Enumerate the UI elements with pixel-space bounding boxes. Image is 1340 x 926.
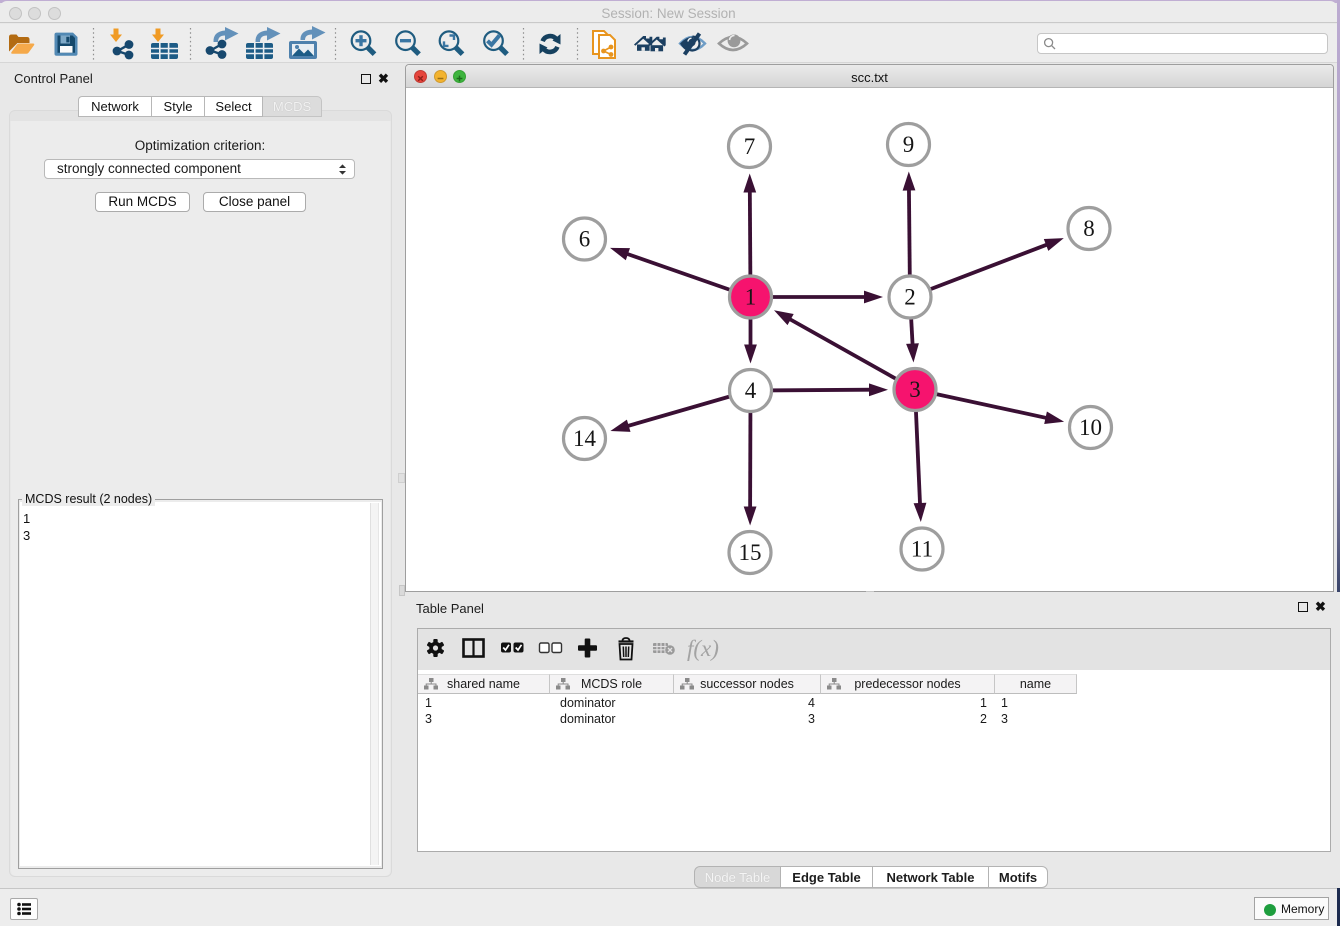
svg-text:8: 8 xyxy=(1083,216,1095,241)
svg-text:6: 6 xyxy=(579,227,591,252)
svg-text:1: 1 xyxy=(745,285,757,310)
svg-text:15: 15 xyxy=(739,540,762,565)
svg-text:10: 10 xyxy=(1079,415,1102,440)
svg-text:3: 3 xyxy=(909,377,921,402)
svg-text:11: 11 xyxy=(911,537,933,562)
svg-text:2: 2 xyxy=(904,285,916,310)
svg-text:4: 4 xyxy=(745,378,757,403)
svg-text:7: 7 xyxy=(744,134,756,159)
svg-text:9: 9 xyxy=(903,132,915,157)
svg-text:f(x): f(x) xyxy=(687,636,719,661)
svg-text:14: 14 xyxy=(573,426,597,451)
